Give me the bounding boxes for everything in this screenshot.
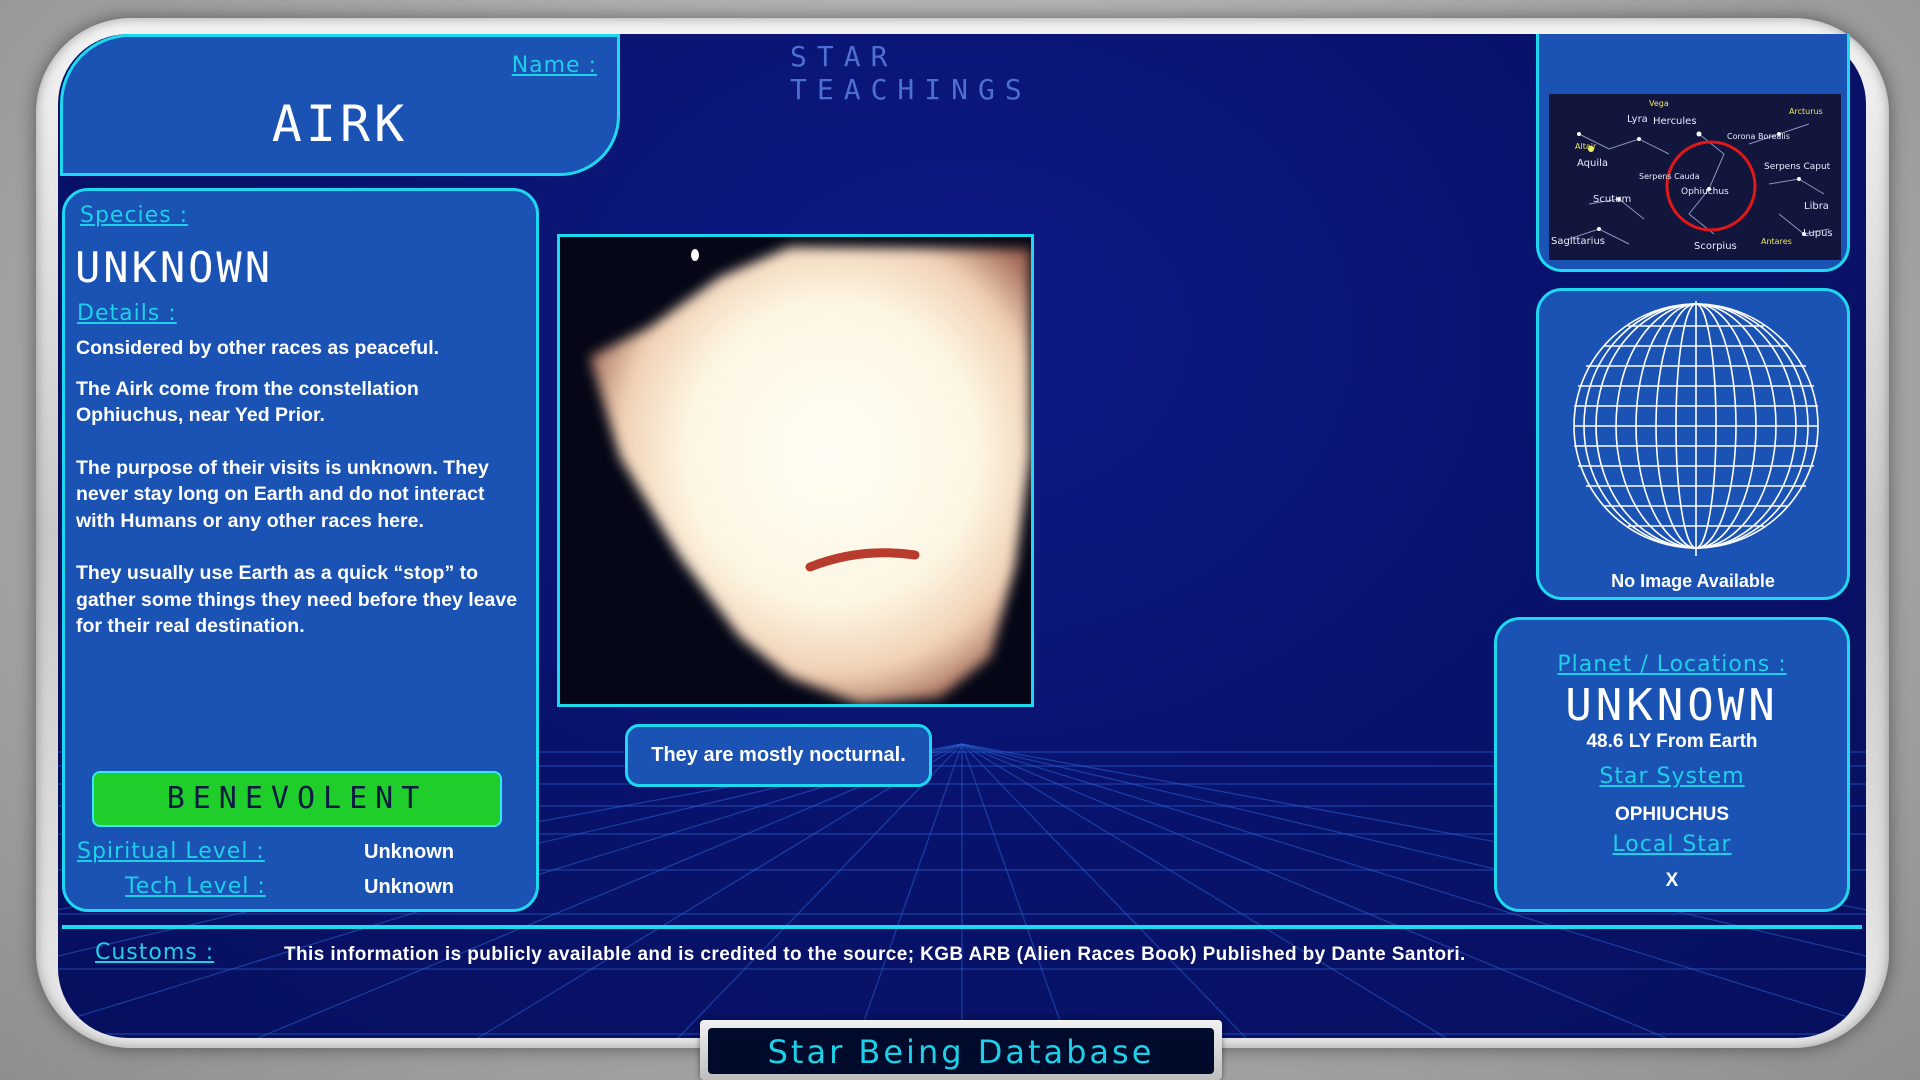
star-system-value: OPHIUCHUS xyxy=(1614,804,1729,825)
spiritual-level-value: Unknown xyxy=(364,841,454,863)
star-map: Lyra Hercules Corona Borealis Arcturus V… xyxy=(1549,94,1841,260)
star-label: Libra xyxy=(1804,201,1829,212)
name-panel: Name : AIRK xyxy=(60,34,620,176)
species-label: Species : xyxy=(80,203,189,228)
being-photo xyxy=(557,234,1034,707)
customs-text: This information is publicly available a… xyxy=(284,944,1466,965)
star-label: Lyra xyxy=(1627,114,1648,125)
local-star-value: X xyxy=(1665,870,1679,891)
spiritual-level-label: Spiritual Level : xyxy=(77,839,265,864)
distance-text: 48.6 LY From Earth xyxy=(1586,731,1758,752)
star-label: Corona Borealis xyxy=(1727,132,1790,141)
location-panel: Planet / Locations : UNKNOWN 48.6 LY Fro… xyxy=(1494,617,1850,912)
tech-level-label: Tech Level : xyxy=(125,874,266,899)
page-title: STAR TEACHINGS xyxy=(790,40,1032,106)
disposition-badge: BENEVOLENT xyxy=(92,771,502,827)
star-label: Scorpius xyxy=(1694,241,1737,252)
star-label: Serpens Cauda xyxy=(1639,172,1700,181)
photo-figure xyxy=(560,237,1031,704)
details-paragraph: The purpose of their visits is unknown. … xyxy=(76,456,489,532)
species-value: UNKNOWN xyxy=(75,243,274,292)
photo-caption-box: They are mostly nocturnal. xyxy=(625,724,932,787)
brand-title: Star Being Database xyxy=(767,1033,1155,1071)
local-star-label: Local Star xyxy=(1612,832,1732,857)
details-label: Details : xyxy=(77,301,177,326)
name-label: Name : xyxy=(511,53,597,78)
name-value: AIRK xyxy=(271,95,409,153)
star-label: Hercules xyxy=(1653,116,1697,127)
footer-bar xyxy=(62,925,1862,929)
star-label: Serpens Caput xyxy=(1764,162,1831,172)
customs-label: Customs : xyxy=(95,940,215,965)
globe-icon xyxy=(1573,301,1819,556)
star-map-panel: Lyra Hercules Corona Borealis Arcturus V… xyxy=(1536,34,1850,272)
photo-caption: They are mostly nocturnal. xyxy=(651,744,906,766)
star-label: Scutum xyxy=(1593,194,1631,205)
details-paragraph: They usually use Earth as a quick “stop”… xyxy=(76,562,518,637)
globe-panel: No Image Available xyxy=(1536,288,1850,600)
star-label: Aquila xyxy=(1577,158,1608,169)
brand-plate: Star Being Database xyxy=(700,1020,1222,1080)
star-label: Altair xyxy=(1575,142,1597,151)
star-label: Lupus xyxy=(1803,228,1833,239)
star-label: Antares xyxy=(1761,237,1792,246)
details-paragraph: Considered by other races as peaceful. xyxy=(76,337,440,359)
species-panel: Species : UNKNOWN Details : Considered b… xyxy=(62,188,539,912)
star-label: Sagittarius xyxy=(1551,236,1605,247)
star-system-label: Star System xyxy=(1599,764,1745,789)
planet-value: UNKNOWN xyxy=(1565,680,1779,731)
details-text: Considered by other races as peaceful. T… xyxy=(76,335,526,666)
brand-title-box: Star Being Database xyxy=(708,1028,1214,1074)
planet-label: Planet / Locations : xyxy=(1557,652,1787,677)
details-paragraph: The Airk come from the constellation Oph… xyxy=(76,377,419,427)
star-label: Arcturus xyxy=(1789,107,1823,116)
star-label: Vega xyxy=(1649,99,1669,108)
tech-level-value: Unknown xyxy=(364,876,454,898)
globe-caption: No Image Available xyxy=(1611,571,1775,591)
star-label: Ophiuchus xyxy=(1681,187,1729,197)
